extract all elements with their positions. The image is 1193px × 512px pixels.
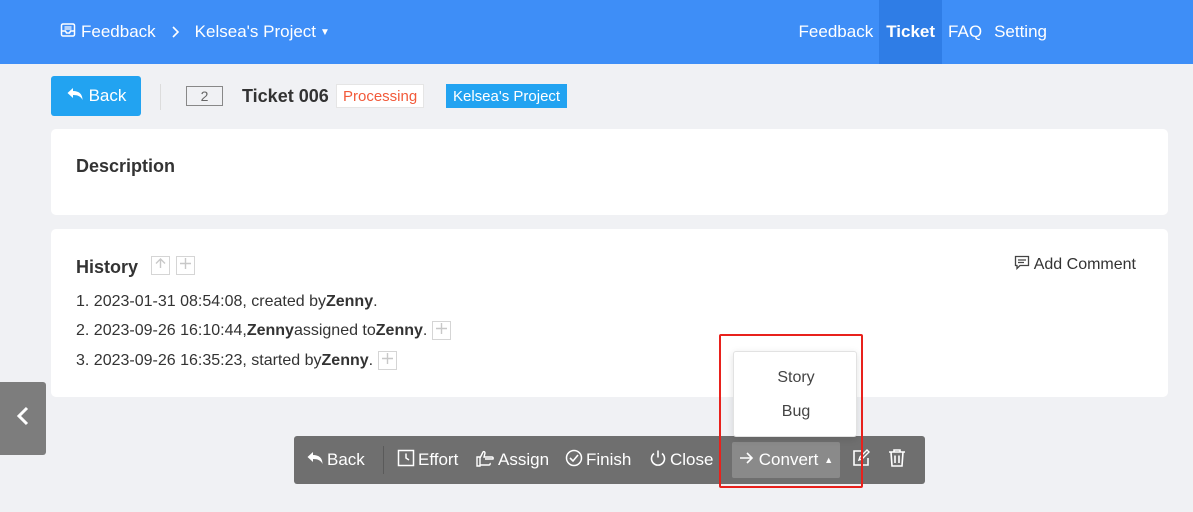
history-entry-text: assigned to (293, 321, 376, 339)
arrow-right-icon (739, 450, 755, 470)
ticket-title: Ticket 006 (242, 86, 329, 106)
toolbar-back-label: Back (327, 450, 365, 469)
toolbar-back-button[interactable]: Back (306, 436, 365, 484)
power-icon (649, 449, 670, 472)
caret-up-icon: ▲ (824, 455, 834, 465)
plus-icon (435, 322, 448, 340)
description-card: Description (51, 129, 1168, 215)
history-card: History Add Comment 1. 2023-01-31 08:54:… (51, 229, 1168, 397)
plus-icon (381, 352, 394, 370)
expand-entry-button[interactable] (378, 351, 398, 370)
hand-point-icon (475, 449, 498, 472)
convert-menu: Story Bug (733, 351, 857, 437)
back-button[interactable]: Back (51, 76, 141, 116)
convert-menu-item-story[interactable]: Story (734, 369, 858, 387)
history-entry-suffix: . (368, 351, 374, 369)
history-entry-suffix: . (422, 321, 428, 339)
reply-arrow-icon (66, 86, 89, 107)
convert-button[interactable]: Convert ▲ (732, 442, 840, 478)
sidebar-toggle-button[interactable] (0, 382, 46, 455)
arrow-up-icon (154, 257, 167, 275)
check-circle-icon (565, 449, 586, 472)
status-badge: Processing (336, 84, 425, 108)
assign-label: Assign (498, 450, 550, 469)
chevron-right-icon (170, 26, 185, 38)
expand-entry-button[interactable] (432, 321, 452, 340)
edit-button[interactable] (851, 436, 874, 484)
reply-arrow-icon (306, 450, 327, 471)
history-entry-suffix: . (373, 293, 378, 310)
plus-icon (179, 257, 192, 275)
project-selector[interactable]: Kelsea's Project ▼ (195, 22, 330, 42)
history-entry: 3. 2023-09-26 16:35:23, started by Zenny… (76, 351, 398, 370)
history-entry-user: Zenny (246, 321, 294, 339)
nav-feedback[interactable]: Feedback (793, 0, 880, 64)
collapse-up-button[interactable] (151, 256, 170, 275)
assign-button[interactable]: Assign (475, 436, 549, 484)
history-entry-text: 3. 2023-09-26 16:35:23, started by (76, 351, 322, 369)
history-title: History (76, 257, 139, 277)
close-label: Close (670, 450, 714, 469)
feedback-inbox-icon (60, 22, 81, 43)
action-toolbar: Back Effort Assign Finish Close Convert … (294, 436, 925, 484)
caret-down-icon: ▼ (320, 26, 330, 38)
history-entry-user: Zenny (321, 351, 369, 369)
delete-button[interactable] (888, 436, 909, 484)
finish-button[interactable]: Finish (565, 436, 631, 484)
history-entry: 1. 2023-01-31 08:54:08, created by Zenny… (76, 293, 378, 311)
toolbar-divider (383, 446, 384, 474)
add-comment-label: Add Comment (1033, 256, 1136, 273)
description-title: Description (76, 156, 176, 176)
history-entry-user: Zenny (325, 293, 374, 310)
clock-icon (397, 449, 418, 472)
nav-setting[interactable]: Setting (988, 0, 1053, 64)
history-entry-user: Zenny (375, 321, 423, 339)
nav-faq[interactable]: FAQ (942, 0, 988, 64)
expand-button[interactable] (176, 256, 195, 275)
chevron-left-icon (16, 406, 30, 431)
top-navbar: Feedback Kelsea's Project ▼ Feedback Tic… (0, 0, 1193, 64)
finish-label: Finish (586, 450, 632, 469)
convert-label: Convert (758, 450, 819, 469)
divider (160, 84, 161, 110)
history-entry: 2. 2023-09-26 16:10:44, Zenny assigned t… (76, 321, 452, 340)
effort-label: Effort (418, 450, 459, 469)
breadcrumb-feedback-link[interactable]: Feedback (81, 22, 156, 42)
convert-menu-item-bug[interactable]: Bug (734, 403, 858, 421)
history-entry-text: 1. 2023-01-31 08:54:08, created by (76, 293, 326, 310)
project-selector-label: Kelsea's Project (194, 22, 317, 41)
back-button-label: Back (88, 86, 127, 105)
add-comment-button[interactable]: Add Comment (1014, 255, 1136, 275)
history-entry-text: 2. 2023-09-26 16:10:44, (76, 321, 247, 339)
close-button[interactable]: Close (649, 436, 713, 484)
comment-icon (1014, 255, 1034, 275)
nav-ticket[interactable]: Ticket (879, 0, 943, 64)
effort-button[interactable]: Effort (397, 436, 458, 484)
ticket-number-badge: 2 (186, 86, 223, 106)
breadcrumb: Feedback Kelsea's Project ▼ (60, 0, 330, 64)
edit-icon (851, 448, 874, 473)
trash-icon (888, 448, 909, 473)
project-tag[interactable]: Kelsea's Project (446, 84, 568, 108)
main-nav: Feedback Ticket FAQ Setting (793, 0, 1053, 64)
